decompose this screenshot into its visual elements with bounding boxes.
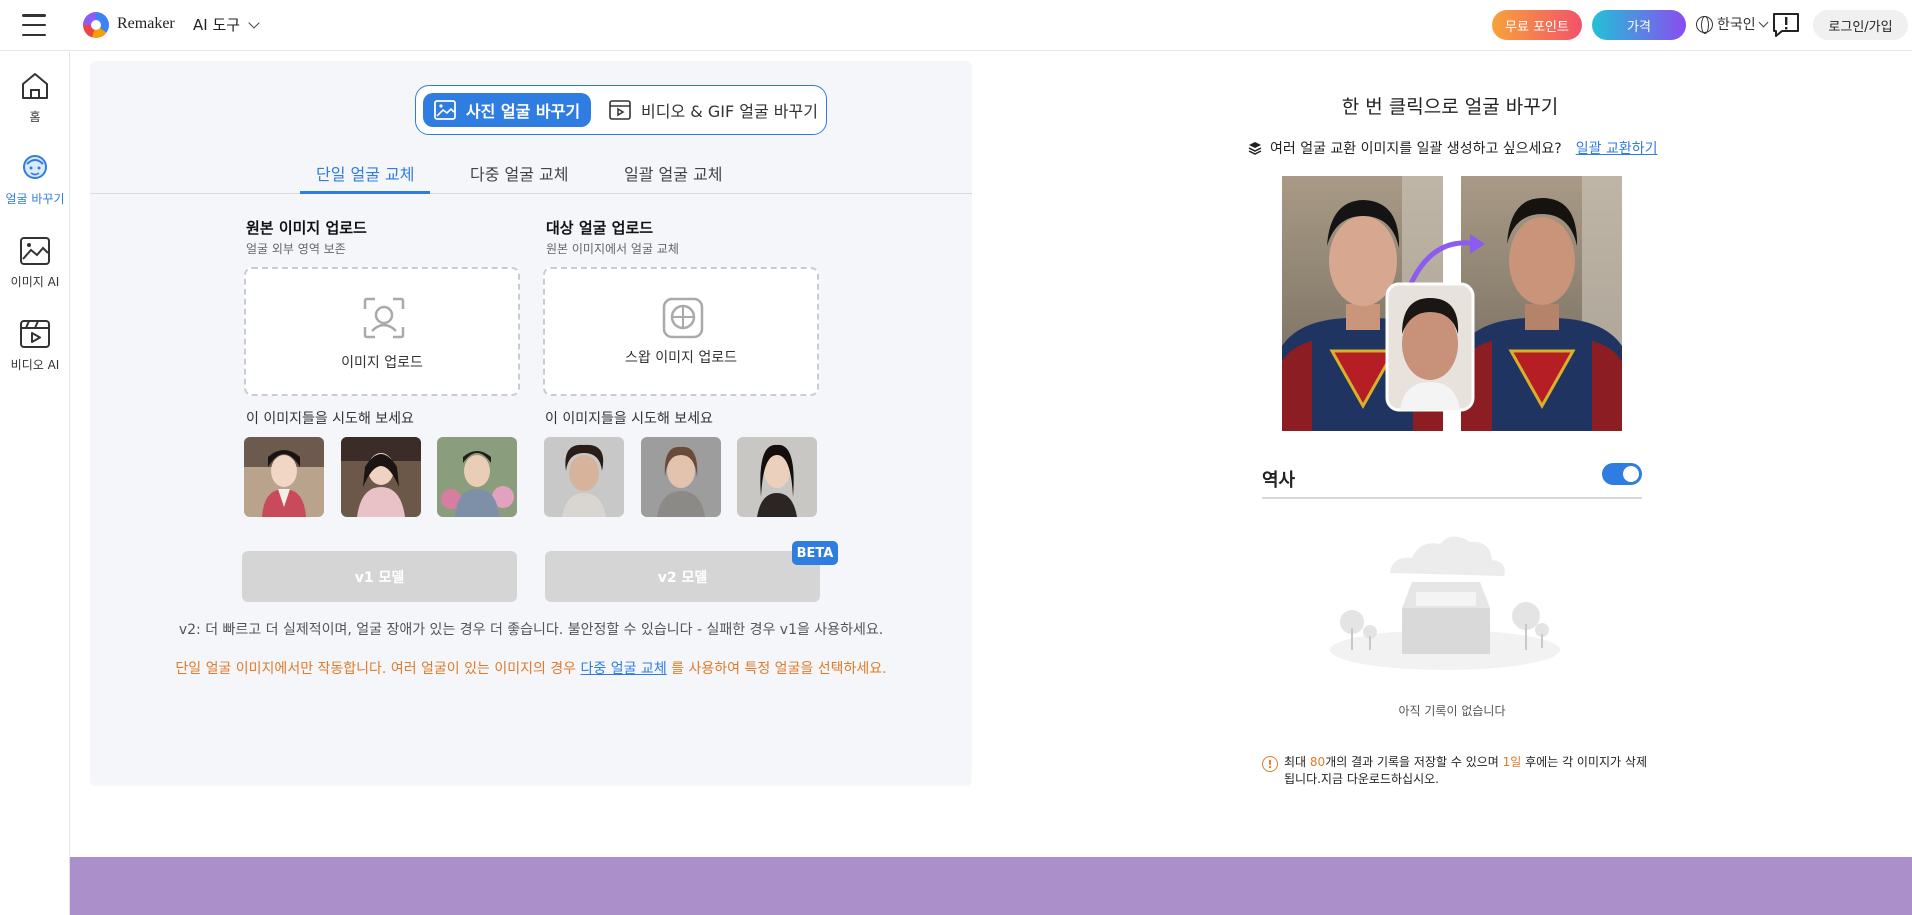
single-face-note: 단일 얼굴 이미지에서만 작동합니다. 여러 얼굴이 있는 이미지의 경우 다중… <box>90 658 972 678</box>
source-samples-label: 이 이미지들을 시도해 보세요 <box>246 411 414 427</box>
video-face-swap-tab[interactable]: 비디오 & GIF 얼굴 바꾸기 <box>606 93 821 127</box>
source-sample-image-2[interactable] <box>341 437 421 517</box>
menu-icon[interactable] <box>22 14 46 36</box>
target-upload-subtitle: 원본 이미지에서 얼굴 교체 <box>546 242 679 256</box>
video-face-swap-label: 비디오 & GIF 얼굴 바꾸기 <box>641 102 818 121</box>
source-upload-subtitle: 얼굴 외부 영역 보존 <box>246 242 346 256</box>
single-face-note-text: 단일 얼굴 이미지에서만 작동합니다. 여러 얼굴이 있는 이미지의 경우 <box>175 661 581 677</box>
login-button[interactable]: 로그인/가입 <box>1813 10 1908 40</box>
target-upload-title: 대상 얼굴 업로드 <box>546 219 654 237</box>
upload-image-label: 이미지 업로드 <box>341 355 423 371</box>
target-upload-dropzone[interactable]: 스왑 이미지 업로드 <box>543 267 819 396</box>
batch-prompt: 여러 얼굴 교환 이미지를 일괄 생성하고 싶으세요? 일괄 교환하기 <box>1248 138 1657 158</box>
face-target-icon <box>662 297 704 339</box>
source-upload-title: 원본 이미지 업로드 <box>246 219 367 237</box>
source-sample-image-3[interactable] <box>437 437 517 517</box>
tab-batch-face[interactable]: 일괄 얼굴 교체 <box>624 161 723 185</box>
photo-face-swap-tab[interactable]: 사진 얼굴 바꾸기 <box>423 93 591 127</box>
warning-text-a: 최대 <box>1284 755 1310 769</box>
top-bar: Remaker AI 도구 무료 포인트 가격 한국인 로그인/가입 <box>0 0 1912 51</box>
video-icon <box>609 100 631 120</box>
sidebar-item-label: 이미지 AI <box>10 275 60 289</box>
history-title: 역사 <box>1262 470 1296 491</box>
language-label: 한국인 <box>1717 17 1756 33</box>
storage-warning: 최대 80개의 결과 기록을 저장할 수 있으며 1일 후에는 각 이미지가 삭… <box>1262 754 1647 788</box>
tab-multiple-face[interactable]: 다중 얼굴 교체 <box>470 161 569 185</box>
batch-question: 여러 얼굴 교환 이미지를 일괄 생성하고 싶으세요? <box>1270 141 1562 157</box>
footer-banner <box>70 857 1912 915</box>
sidebar-item-home[interactable]: 홈 <box>0 70 70 125</box>
language-selector[interactable]: 한국인 <box>1696 14 1769 34</box>
v2-note: v2: 더 빠르고 더 실제적이며, 얼굴 장애가 있는 경우 더 좋습니다. … <box>178 622 884 638</box>
ai-tools-label: AI 도구 <box>193 16 241 34</box>
active-tab-indicator <box>300 191 430 194</box>
batch-swap-link[interactable]: 일괄 교환하기 <box>1576 138 1658 158</box>
one-click-title: 한 번 클릭으로 얼굴 바꾸기 <box>1341 96 1559 118</box>
remaker-logo-icon[interactable] <box>83 12 109 38</box>
empty-box-icon <box>1330 536 1560 670</box>
video-icon <box>20 320 50 348</box>
ai-tools-dropdown[interactable]: AI 도구 <box>193 14 260 35</box>
sidebar: 홈 얼굴 바꾸기 이미지 AI 비디오 AI <box>0 52 70 915</box>
sidebar-item-face-swap[interactable]: 얼굴 바꾸기 <box>0 152 70 207</box>
sidebar-item-image-ai[interactable]: 이미지 AI <box>0 235 70 290</box>
source-sample-image-1[interactable] <box>244 437 324 517</box>
face-swap-example-image <box>1282 176 1622 431</box>
photo-face-swap-label: 사진 얼굴 바꾸기 <box>465 102 581 121</box>
multi-face-swap-link[interactable]: 다중 얼굴 교체 <box>581 661 667 677</box>
swap-type-tabs: 단일 얼굴 교체 다중 얼굴 교체 일괄 얼굴 교체 <box>90 156 972 194</box>
globe-icon <box>1696 15 1713 34</box>
home-icon <box>22 73 48 99</box>
upload-swap-image-label: 스왑 이미지 업로드 <box>625 350 737 366</box>
empty-history-text: 아직 기록이 없습니다 <box>1398 704 1506 718</box>
tab-single-face[interactable]: 단일 얼굴 교체 <box>316 161 415 185</box>
face-scan-icon <box>363 297 405 339</box>
image-icon <box>20 237 50 265</box>
layers-icon <box>1248 142 1262 155</box>
free-points-button[interactable]: 무료 포인트 <box>1492 10 1582 40</box>
warning-days: 1일 <box>1502 755 1522 769</box>
target-sample-image-1[interactable] <box>544 437 624 517</box>
photo-icon <box>434 100 456 120</box>
mode-switch: 사진 얼굴 바꾸기 비디오 & GIF 얼굴 바꾸기 <box>415 85 827 135</box>
single-face-note-text-end: 를 사용하여 특정 얼굴을 선택하세요. <box>666 661 887 677</box>
sidebar-item-label: 비디오 AI <box>10 358 60 372</box>
v2-model-button[interactable]: v2 모델 <box>545 551 820 602</box>
v1-model-button[interactable]: v1 모델 <box>242 551 517 602</box>
sidebar-item-label: 얼굴 바꾸기 <box>5 192 65 206</box>
warning-count: 80 <box>1309 755 1326 769</box>
sidebar-item-video-ai[interactable]: 비디오 AI <box>0 318 70 373</box>
sidebar-item-label: 홈 <box>29 110 41 124</box>
target-samples-label: 이 이미지들을 시도해 보세요 <box>545 411 713 427</box>
chevron-down-icon <box>1758 17 1769 27</box>
face-swap-panel: 사진 얼굴 바꾸기 비디오 & GIF 얼굴 바꾸기 단일 얼굴 교체 다중 얼… <box>90 61 972 786</box>
brand-name[interactable]: Remaker <box>117 15 175 33</box>
target-sample-image-3[interactable] <box>737 437 817 517</box>
feedback-icon[interactable] <box>1772 12 1800 38</box>
chevron-down-icon <box>248 16 260 29</box>
face-swap-icon <box>23 155 47 179</box>
warning-text-b: 개의 결과 기록을 저장할 수 있으며 <box>1325 755 1503 769</box>
beta-badge: BETA <box>792 541 838 565</box>
history-toggle[interactable] <box>1602 463 1642 485</box>
history-divider <box>1262 497 1642 499</box>
target-sample-image-2[interactable] <box>641 437 721 517</box>
source-upload-dropzone[interactable]: 이미지 업로드 <box>244 267 520 396</box>
price-button[interactable]: 가격 <box>1592 10 1686 40</box>
